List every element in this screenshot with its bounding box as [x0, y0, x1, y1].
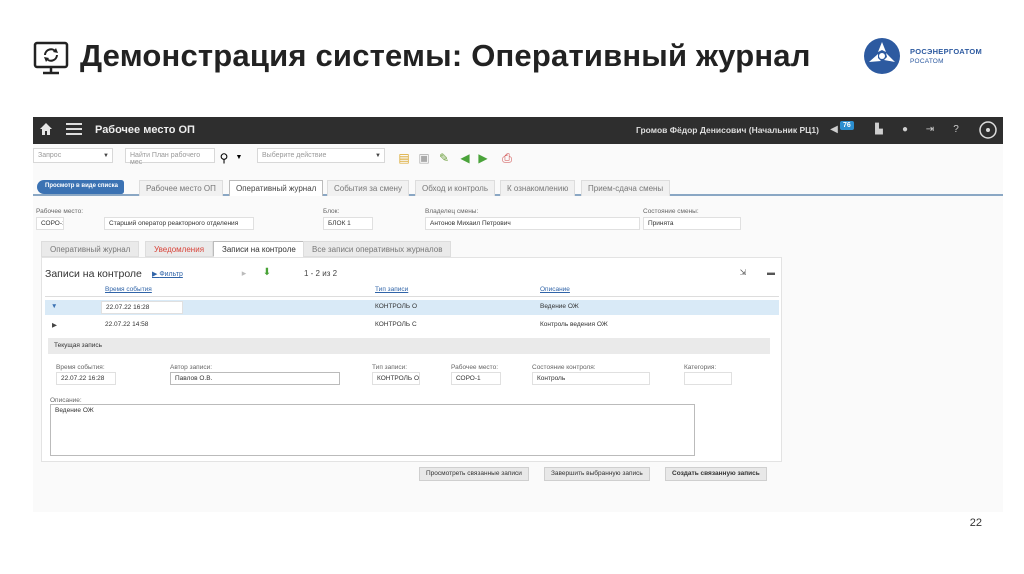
category-label: Категория:: [684, 364, 717, 371]
notification-badge[interactable]: 76: [840, 121, 854, 130]
category-field[interactable]: [684, 372, 732, 385]
current-record-header: Текущая запись: [48, 338, 770, 354]
menu-icon[interactable]: [66, 123, 82, 137]
logo-text-line2: РОСАТОМ: [910, 58, 944, 65]
current-time-field: 22.07.22 16:28: [56, 372, 116, 385]
filter-link[interactable]: ▶ Фильтр: [152, 270, 183, 278]
subtab-all-records[interactable]: Все записи оперативных журналов: [303, 241, 452, 257]
records-panel: Записи на контроле ▶ Фильтр ▸ ⬇ 1 - 2 из…: [41, 257, 782, 462]
app-title: Рабочее место ОП: [95, 124, 195, 136]
row-type: КОНТРОЛЬ О: [375, 303, 418, 310]
row-time: 22.07.22 14:58: [105, 321, 149, 328]
sub-tabs: Оперативный журнал Уведомления Записи на…: [41, 241, 781, 257]
print-icon[interactable]: ⎙: [500, 151, 514, 165]
user-name[interactable]: Громов Фёдор Денисович (Начальник РЦ1): [636, 125, 819, 135]
chart-icon[interactable]: ▙: [873, 124, 885, 136]
row-type: КОНТРОЛЬ С: [375, 321, 417, 328]
user-icon[interactable]: ●: [899, 124, 911, 136]
current-time-label: Время события:: [56, 364, 105, 371]
control-state-label: Состояние контроля:: [532, 364, 596, 371]
logo-text-line1: РОСЭНЕРГОАТОМ: [910, 47, 983, 56]
tab-shift-handover[interactable]: Прием-сдача смены: [581, 180, 671, 196]
pager-text: 1 - 2 из 2: [304, 269, 338, 278]
current-workplace-field: СОРО-1: [451, 372, 501, 385]
request-select[interactable]: Запрос ▼: [33, 148, 113, 163]
top-bar: Рабочее место ОП Громов Фёдор Денисович …: [33, 117, 1003, 144]
arrow-right-icon[interactable]: ▶: [476, 151, 490, 165]
rosatom-logo-icon: [864, 38, 900, 74]
tab-shift-events[interactable]: События за смену: [327, 180, 409, 196]
collapse-icon[interactable]: ▬: [764, 266, 778, 280]
header-desc[interactable]: Описание: [540, 286, 570, 293]
current-workplace-label: Рабочее место:: [451, 364, 499, 371]
control-state-field: Контроль: [532, 372, 650, 385]
search-icon[interactable]: ⚲: [217, 151, 231, 165]
tab-inspection[interactable]: Обход и контроль: [415, 180, 495, 196]
rosenergoatom-logo: РОСЭНЕРГОАТОМ РОСАТОМ: [862, 36, 992, 80]
workplace-name-field: Старший оператор реакторного отделения: [104, 217, 254, 230]
document-icon[interactable]: ▤: [397, 151, 411, 165]
description-textarea[interactable]: Ведение ОЖ: [50, 404, 695, 456]
slide: Демонстрация системы: Оперативный журнал…: [0, 0, 1024, 574]
app-window: Рабочее место ОП Громов Фёдор Денисович …: [33, 117, 1003, 512]
logout-icon[interactable]: ⇥: [924, 124, 936, 136]
megaphone-icon[interactable]: ◀: [828, 124, 840, 136]
records-title: Записи на контроле: [45, 268, 142, 280]
arrow-down-icon[interactable]: ⬇: [260, 266, 274, 280]
author-label: Автор записи:: [170, 364, 213, 371]
workplace-code-field: СОРО-1: [36, 217, 64, 230]
tab-operational-journal[interactable]: Оперативный журнал: [229, 180, 324, 196]
action-select[interactable]: Выберите действие ▼: [257, 148, 385, 163]
export-icon[interactable]: ⇲: [736, 266, 750, 280]
current-type-field: КОНТРОЛЬ О: [372, 372, 420, 385]
toolbar: Запрос ▼ Найти План рабочего мес ⚲ ▼ Выбе…: [33, 148, 1003, 170]
shift-state-label: Состояние смены:: [643, 208, 699, 215]
header-time[interactable]: Время события: [105, 286, 152, 293]
grid-header: Время события Тип записи Описание: [45, 285, 779, 297]
first-page-icon[interactable]: ▸: [237, 266, 251, 280]
description-label: Описание:: [50, 397, 82, 404]
create-linked-record-button[interactable]: Создать связанную запись: [665, 467, 767, 481]
edit-icon[interactable]: ✎: [437, 151, 451, 165]
tab-workplace[interactable]: Рабочее место ОП: [139, 180, 223, 196]
owner-label: Владелец смены:: [425, 208, 479, 215]
view-linked-records-button[interactable]: Просмотреть связанные записи: [419, 467, 529, 481]
row-desc: Ведение ОЖ: [540, 303, 579, 310]
main-tabs: Просмотр в виде списка Рабочее место ОП …: [33, 178, 1003, 196]
row-desc: Контроль ведения ОЖ: [540, 321, 608, 328]
collapsed-row-icon[interactable]: ▶: [52, 321, 57, 329]
shift-state-field: Принята: [643, 217, 741, 230]
block-label: Блок:: [323, 208, 340, 215]
owner-field: Антонов Михаил Петрович: [425, 217, 640, 230]
table-row[interactable]: ▶ 22.07.22 14:58 КОНТРОЛЬ С Контроль вед…: [45, 318, 779, 333]
subtab-notifications[interactable]: Уведомления: [145, 241, 214, 257]
expanded-row-icon[interactable]: ▼: [51, 303, 57, 310]
find-workplace-input[interactable]: Найти План рабочего мес: [125, 148, 215, 166]
rosatom-small-logo-icon: [979, 121, 997, 139]
block-field: БЛОК 1: [323, 217, 373, 230]
author-field[interactable]: Павлов О.В.: [170, 372, 340, 385]
arrow-left-icon[interactable]: ◀: [458, 151, 472, 165]
tab-familiarization[interactable]: К ознакомлению: [500, 180, 576, 196]
page-number: 22: [969, 517, 982, 529]
monitor-refresh-icon: [33, 41, 69, 75]
help-icon[interactable]: ?: [950, 124, 962, 136]
chevron-down-icon[interactable]: ▼: [232, 151, 246, 165]
home-icon[interactable]: [39, 122, 53, 136]
row-time: 22.07.22 16:28: [101, 301, 183, 314]
subtab-control-records[interactable]: Записи на контроле: [213, 241, 305, 257]
current-type-label: Тип записи:: [372, 364, 408, 371]
slide-title: Демонстрация системы: Оперативный журнал: [80, 38, 811, 73]
save-icon[interactable]: ▣: [417, 151, 431, 165]
subtab-operational-journal[interactable]: Оперативный журнал: [41, 241, 140, 257]
table-row[interactable]: ▼ 22.07.22 16:28 КОНТРОЛЬ О Ведение ОЖ: [45, 300, 779, 315]
header-type[interactable]: Тип записи: [375, 286, 408, 293]
finish-selected-record-button[interactable]: Завершить выбранную запись: [544, 467, 650, 481]
list-view-button[interactable]: Просмотр в виде списка: [37, 180, 124, 194]
workplace-label: Рабочее место:: [36, 208, 84, 215]
